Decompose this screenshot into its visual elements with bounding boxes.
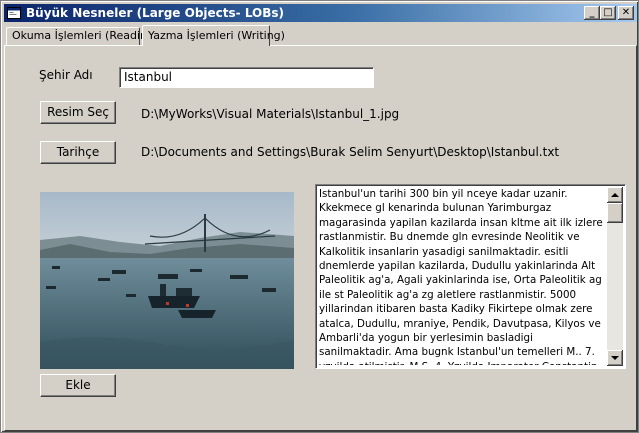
add-button[interactable]: Ekle (40, 374, 116, 397)
bosphorus-photo (40, 192, 294, 369)
image-path-label: D:\MyWorks\Visual Materials\Istanbul_1.j… (141, 107, 400, 121)
tab-reading[interactable]: Okuma İşlemleri (Reading) (6, 27, 158, 45)
select-image-button[interactable]: Resim Seç (40, 101, 116, 124)
window-title: Büyük Nesneler (Large Objects- LOBs) (26, 6, 285, 20)
close-button[interactable]: ✕ (618, 6, 634, 20)
app-window-icon[interactable] (7, 6, 21, 20)
minimize-icon: _ (589, 7, 595, 18)
tab-strip: Okuma İşlemleri (Reading) Yazma İşlemler… (4, 25, 637, 46)
vertical-scrollbar[interactable] (607, 187, 623, 366)
maximize-button[interactable]: □ (600, 6, 616, 20)
title-bar[interactable]: Büyük Nesneler (Large Objects- LOBs) _ □… (4, 4, 637, 22)
city-picture (40, 192, 294, 369)
history-text-area[interactable]: Istanbul'un tarihi 300 bin yil nceye kad… (315, 184, 626, 369)
minimize-button[interactable]: _ (584, 6, 600, 20)
history-button[interactable]: Tarihçe (40, 141, 116, 164)
history-path-label: D:\Documents and Settings\Burak Selim Se… (141, 145, 560, 159)
close-icon: ✕ (621, 7, 631, 18)
scroll-down-arrow-icon[interactable] (607, 350, 623, 366)
history-text-content[interactable]: Istanbul'un tarihi 300 bin yil nceye kad… (319, 187, 605, 365)
city-name-label: Şehir Adı (39, 68, 93, 82)
scroll-up-arrow-icon[interactable] (607, 187, 623, 203)
city-name-input[interactable]: Istanbul (119, 67, 374, 88)
maximize-icon: □ (603, 7, 613, 18)
tab-writing[interactable]: Yazma İşlemleri (Writing) (142, 25, 285, 46)
writing-tab-panel: Şehir Adı Istanbul Resim Seç D:\MyWorks\… (4, 45, 637, 431)
main-window: Büyük Nesneler (Large Objects- LOBs) _ □… (0, 0, 639, 433)
scrollbar-thumb[interactable] (607, 203, 623, 223)
